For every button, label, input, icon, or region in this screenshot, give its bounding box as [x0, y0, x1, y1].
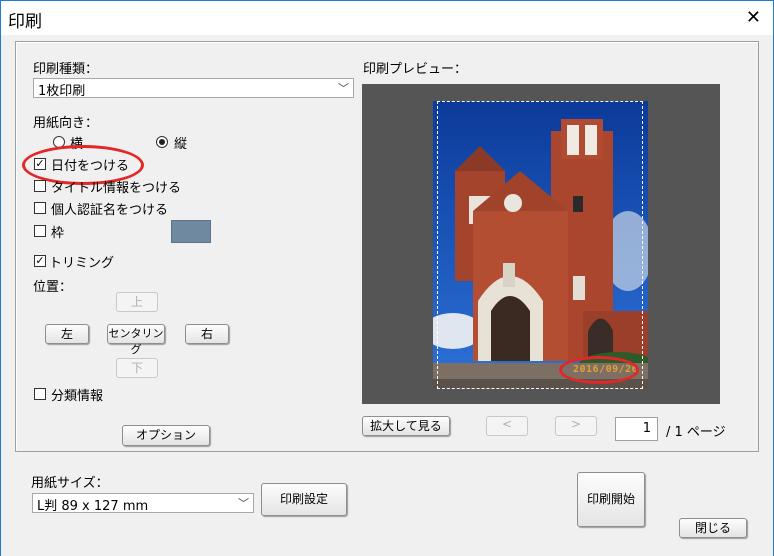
window-border-left	[0, 34, 1, 556]
portrait-label: 縦	[174, 137, 188, 152]
title-info-checkbox[interactable]	[34, 180, 46, 192]
position-up-button[interactable]: 上	[116, 292, 158, 312]
position-down-button[interactable]: 下	[116, 358, 158, 378]
window-title: 印刷	[8, 12, 42, 32]
category-info-checkbox[interactable]	[34, 388, 46, 400]
page-number-input[interactable]: 1	[615, 417, 658, 441]
trimming-checkbox[interactable]: ✓	[34, 255, 46, 267]
position-label: 位置：	[33, 280, 73, 295]
frame-checkbox[interactable]	[34, 225, 46, 237]
chevron-down-icon: ﹀	[338, 82, 349, 95]
paper-size-select[interactable]: L判 89 x 127 mm ﹀	[32, 493, 254, 514]
close-icon[interactable]: ✕	[746, 7, 761, 28]
highlight-ellipse-date-stamp	[559, 356, 639, 384]
preview-label: 印刷プレビュー：	[363, 62, 468, 77]
portrait-radio[interactable]	[156, 136, 168, 148]
title-bar: 印刷 ✕	[0, 0, 774, 35]
category-info-label: 分類情報	[51, 389, 104, 404]
zoom-view-button[interactable]: 拡大して見る	[362, 416, 450, 436]
trimming-label: トリミング	[49, 256, 115, 271]
print-margin-outline	[437, 101, 643, 389]
position-left-button[interactable]: 左	[45, 324, 89, 344]
frame-label: 枠	[51, 226, 65, 241]
personal-name-checkbox[interactable]	[34, 202, 46, 214]
frame-color-swatch[interactable]	[171, 220, 211, 243]
print-settings-button[interactable]: 印刷設定	[261, 483, 347, 516]
next-page-button[interactable]: >	[555, 416, 597, 436]
start-print-button[interactable]: 印刷開始	[577, 472, 645, 527]
close-button[interactable]: 閉じる	[679, 518, 747, 538]
paper-size-value: L判 89 x 127 mm	[37, 499, 149, 514]
print-type-value: 1枚印刷	[38, 84, 86, 99]
print-type-select[interactable]: 1枚印刷 ﹀	[33, 78, 354, 99]
chevron-down-icon: ﹀	[238, 497, 249, 510]
page-total-label: / 1 ページ	[666, 425, 726, 440]
orientation-label: 用紙向き：	[33, 116, 99, 131]
print-type-label: 印刷種類：	[33, 62, 99, 77]
position-right-button[interactable]: 右	[185, 324, 229, 344]
position-center-button[interactable]: センタリング	[107, 324, 165, 356]
option-button[interactable]: オプション	[122, 425, 210, 446]
paper-size-label: 用紙サイズ：	[31, 476, 109, 491]
prev-page-button[interactable]: <	[486, 416, 528, 436]
personal-name-label: 個人認証名をつける	[51, 203, 169, 218]
title-info-label: タイトル情報をつける	[51, 181, 182, 196]
